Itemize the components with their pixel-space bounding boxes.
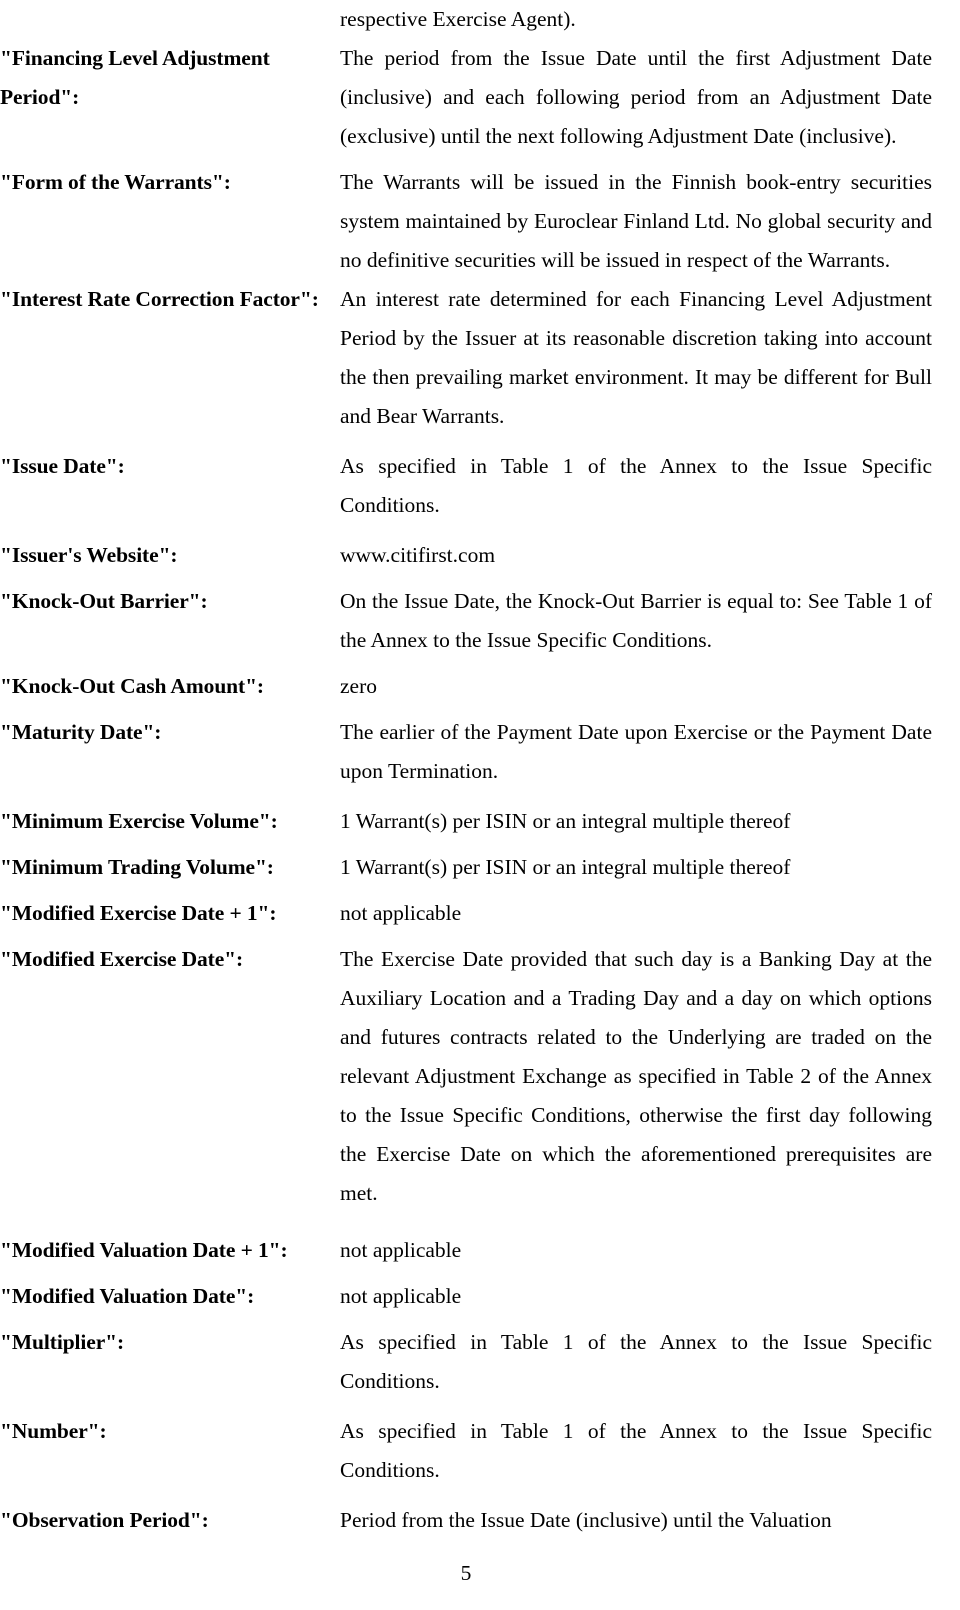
definition-text: Period from the Issue Date (inclusive) u…	[340, 1508, 832, 1532]
row-spacer	[0, 575, 960, 582]
definition-text: not applicable	[340, 1238, 462, 1262]
row-spacer	[0, 660, 960, 667]
definition-text: The Warrants will be issued in the Finni…	[340, 170, 932, 272]
definition-text: As specified in Table 1 of the Annex to …	[340, 1419, 932, 1482]
definition-text: The Exercise Date provided that such day…	[340, 947, 932, 1205]
definition-text: The earlier of the Payment Date upon Exe…	[340, 720, 932, 783]
definition-row: "Number": As specified in Table 1 of the…	[0, 1412, 932, 1490]
definition-text: not applicable	[340, 901, 462, 925]
definition-row: "Interest Rate Correction Factor": An in…	[0, 280, 932, 436]
definition-row: "Issue Date": As specified in Table 1 of…	[0, 447, 932, 525]
definition-text: An interest rate determined for each Fin…	[340, 287, 932, 428]
definition-term: "Observation Period":	[0, 1508, 209, 1532]
definitions-list: "Financing Level Adjustment Period": The…	[0, 39, 960, 1540]
definition-term: "Modified Valuation Date + 1":	[0, 1238, 288, 1262]
definition-text: 1 Warrant(s) per ISIN or an integral mul…	[340, 809, 791, 833]
definition-text: As specified in Table 1 of the Annex to …	[340, 1330, 932, 1393]
definition-row: "Multiplier": As specified in Table 1 of…	[0, 1323, 932, 1401]
definition-term: "Modified Exercise Date + 1":	[0, 901, 277, 925]
row-spacer	[0, 841, 960, 848]
definition-text: www.citifirst.com	[340, 543, 496, 567]
definition-term: "Financing Level Adjustment Period":	[0, 46, 270, 109]
document-page: respective Exercise Agent). "Financing L…	[0, 0, 960, 1610]
definition-row: "Modified Exercise Date": The Exercise D…	[0, 940, 932, 1213]
definition-row: "Knock-Out Cash Amount": zero	[0, 667, 932, 706]
definition-row: "Minimum Trading Volume": 1 Warrant(s) p…	[0, 848, 932, 887]
row-spacer	[0, 1401, 960, 1412]
definition-text: not applicable	[340, 1284, 462, 1308]
definition-term: "Maturity Date":	[0, 720, 162, 744]
row-spacer	[0, 156, 960, 163]
definition-term: "Issuer's Website":	[0, 543, 178, 567]
definition-term: "Minimum Trading Volume":	[0, 855, 274, 879]
definition-term: "Number":	[0, 1419, 107, 1443]
row-spacer	[0, 1213, 960, 1231]
definition-text: On the Issue Date, the Knock-Out Barrier…	[340, 589, 932, 652]
definition-text: As specified in Table 1 of the Annex to …	[340, 454, 932, 517]
row-spacer	[0, 1316, 960, 1323]
definition-text: The period from the Issue Date until the…	[340, 46, 932, 148]
row-spacer	[0, 791, 960, 802]
definition-row: "Modified Valuation Date + 1": not appli…	[0, 1231, 932, 1270]
row-spacer	[0, 887, 960, 894]
row-spacer	[0, 1270, 960, 1277]
definition-row: "Observation Period": Period from the Is…	[0, 1501, 932, 1540]
definition-term: "Knock-Out Barrier":	[0, 589, 208, 613]
definition-row: "Financing Level Adjustment Period": The…	[0, 39, 932, 156]
definition-term: "Issue Date":	[0, 454, 125, 478]
row-spacer	[0, 933, 960, 940]
definition-row: "Maturity Date": The earlier of the Paym…	[0, 713, 932, 791]
definition-term: "Form of the Warrants":	[0, 170, 231, 194]
definition-row: "Modified Exercise Date + 1": not applic…	[0, 894, 932, 933]
definition-row: "Form of the Warrants": The Warrants wil…	[0, 163, 932, 280]
row-spacer	[0, 436, 960, 447]
definition-row: "Minimum Exercise Volume": 1 Warrant(s) …	[0, 802, 932, 841]
row-spacer	[0, 525, 960, 536]
definition-term: "Knock-Out Cash Amount":	[0, 674, 264, 698]
page-number: 5	[460, 1561, 472, 1585]
row-spacer	[0, 706, 960, 713]
definition-row: "Knock-Out Barrier": On the Issue Date, …	[0, 582, 932, 660]
definition-row: "Issuer's Website": www.citifirst.com	[0, 536, 932, 575]
definition-text: zero	[340, 674, 377, 698]
definition-row: "Modified Valuation Date": not applicabl…	[0, 1277, 932, 1316]
definition-term: "Minimum Exercise Volume":	[0, 809, 278, 833]
row-spacer	[0, 1490, 960, 1501]
definition-term: "Modified Exercise Date":	[0, 947, 244, 971]
definition-term: "Modified Valuation Date":	[0, 1284, 255, 1308]
definition-term: "Multiplier":	[0, 1330, 125, 1354]
paragraph-continuation: respective Exercise Agent).	[340, 7, 576, 31]
definition-term: "Interest Rate Correction Factor":	[0, 287, 319, 311]
definition-text: 1 Warrant(s) per ISIN or an integral mul…	[340, 855, 791, 879]
